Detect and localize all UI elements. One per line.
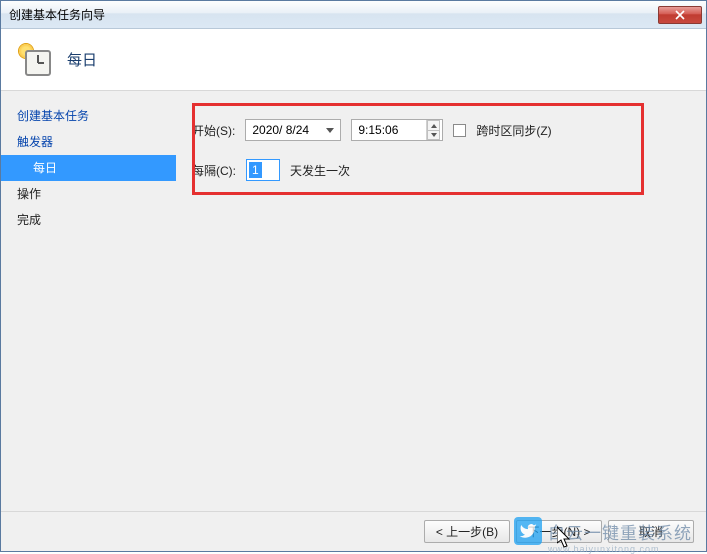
start-label: 开始(S): — [192, 122, 235, 139]
wizard-header: 每日 — [1, 29, 706, 91]
sync-label: 跨时区同步(Z) — [476, 122, 551, 139]
titlebar: 创建基本任务向导 — [1, 1, 706, 29]
wizard-body: 创建基本任务 触发器 每日 操作 完成 开始(S): 2020/ 8/24 9:… — [1, 91, 706, 511]
sync-checkbox[interactable] — [453, 124, 466, 137]
sidebar: 创建基本任务 触发器 每日 操作 完成 — [1, 91, 176, 511]
spin-down-icon[interactable] — [427, 130, 440, 140]
content-area: 开始(S): 2020/ 8/24 9:15:06 跨时区同步(Z) — [176, 91, 706, 511]
interval-row: 每隔(C): 1 天发生一次 — [192, 159, 690, 181]
dropdown-arrow-icon — [322, 128, 338, 133]
cancel-button[interactable]: 取消 — [608, 520, 694, 543]
time-value: 9:15:06 — [358, 123, 426, 137]
interval-value: 1 — [249, 162, 262, 178]
time-spinner[interactable] — [426, 120, 440, 140]
back-button[interactable]: < 上一步(B) — [424, 520, 510, 543]
highlight-box — [192, 103, 644, 195]
sidebar-item-create-task[interactable]: 创建基本任务 — [1, 103, 176, 129]
date-picker[interactable]: 2020/ 8/24 — [245, 119, 341, 141]
daily-icon — [19, 44, 51, 76]
sidebar-item-trigger[interactable]: 触发器 — [1, 129, 176, 155]
close-icon — [675, 10, 685, 20]
sidebar-item-action: 操作 — [1, 181, 176, 207]
spin-up-icon[interactable] — [427, 120, 440, 130]
time-picker[interactable]: 9:15:06 — [351, 119, 443, 141]
close-button[interactable] — [658, 6, 702, 24]
sidebar-item-finish: 完成 — [1, 207, 176, 233]
interval-label: 每隔(C): — [192, 162, 236, 179]
footer: < 上一步(B) 下一步(N) > 取消 白云一键重装系统 www.baiyun… — [1, 511, 706, 551]
window-title: 创建基本任务向导 — [9, 6, 658, 23]
sidebar-item-daily[interactable]: 每日 — [1, 155, 176, 181]
page-title: 每日 — [67, 49, 97, 70]
interval-suffix: 天发生一次 — [290, 162, 350, 179]
start-row: 开始(S): 2020/ 8/24 9:15:06 跨时区同步(Z) — [192, 119, 690, 141]
next-button[interactable]: 下一步(N) > — [516, 520, 602, 543]
interval-input[interactable]: 1 — [246, 159, 280, 181]
wizard-window: 创建基本任务向导 每日 创建基本任务 触发器 每日 操作 完成 开始(S): 2… — [0, 0, 707, 552]
date-value: 2020/ 8/24 — [252, 123, 322, 137]
